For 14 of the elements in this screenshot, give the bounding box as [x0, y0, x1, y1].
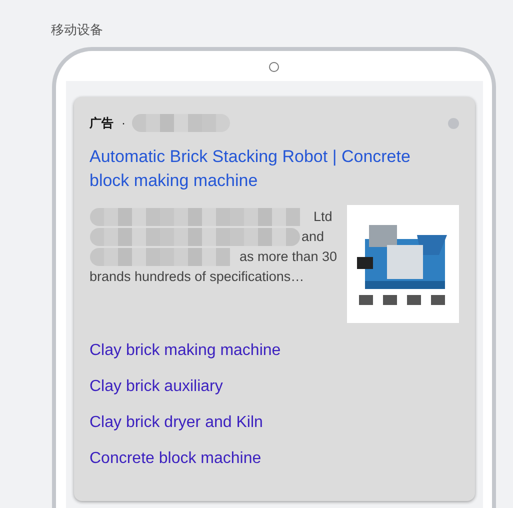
description-text: and: [302, 228, 324, 246]
camera-icon: [269, 62, 279, 72]
separator: ·: [122, 115, 126, 132]
sitelink[interactable]: Clay brick dryer and Kiln: [90, 405, 458, 441]
section-label: 移动设备: [51, 21, 104, 39]
description-text: as more than 30: [240, 248, 338, 266]
ad-title[interactable]: Automatic Brick Stacking Robot | Concrete block making machine: [90, 145, 458, 193]
sitelink[interactable]: Clay brick making machine: [90, 333, 458, 369]
description-text: Ltd: [314, 208, 332, 226]
description-text: brands hundreds of specifications…: [90, 268, 304, 286]
info-icon[interactable]: [448, 118, 458, 128]
sitelink[interactable]: Clay brick auxiliary: [90, 369, 458, 405]
ad-label: 广告: [90, 115, 114, 132]
sitelink[interactable]: Concrete block machine: [90, 441, 458, 477]
